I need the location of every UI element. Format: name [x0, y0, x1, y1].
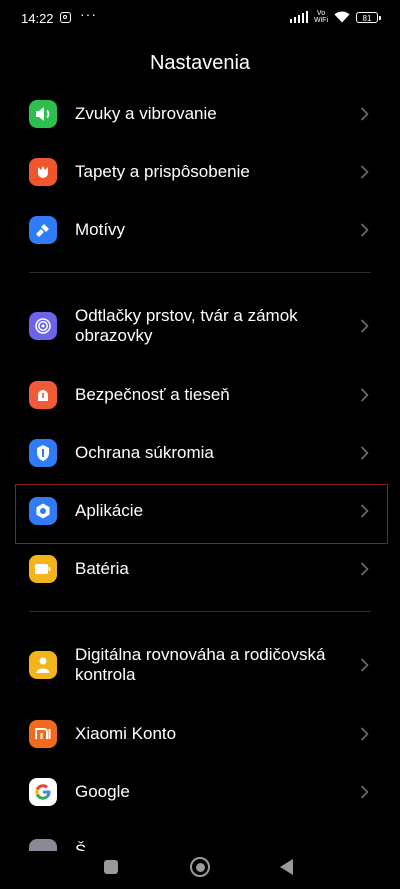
settings-item-xiaomi-account[interactable]: Xiaomi Konto [0, 705, 400, 763]
signal-icon [289, 11, 308, 23]
settings-item-apps[interactable]: Aplikácie [0, 482, 400, 540]
brush-icon [29, 216, 57, 244]
more-notifications-icon: ··· [80, 6, 97, 22]
settings-item-label: Zvuky a vibrovanie [75, 104, 217, 123]
settings-item-digital-wellbeing[interactable]: Digitálna rovnováha a rodičovská kontrol… [0, 625, 400, 705]
settings-item-privacy[interactable]: Ochrana súkromia [0, 424, 400, 482]
chevron-right-icon [360, 504, 369, 518]
settings-item-safety[interactable]: Bezpečnosť a tieseň [0, 366, 400, 424]
back-button[interactable] [280, 859, 293, 875]
settings-item-label: Xiaomi Konto [75, 724, 177, 743]
settings-item-battery[interactable]: Batéria [0, 540, 400, 598]
wifi-icon [334, 11, 350, 23]
chevron-right-icon [360, 165, 369, 179]
clock: 14:22 [21, 11, 54, 26]
settings-item-google[interactable]: Google [0, 763, 400, 821]
privacy-shield-icon [29, 439, 57, 467]
navigation-bar [0, 845, 400, 889]
chevron-right-icon [360, 319, 369, 333]
chevron-right-icon [360, 785, 369, 799]
chevron-right-icon [360, 727, 369, 741]
recents-button[interactable] [104, 860, 118, 874]
speaker-icon [29, 100, 57, 128]
apps-gear-icon [29, 497, 57, 525]
settings-item-label: Tapety a prispôsobenie [75, 162, 250, 181]
chevron-right-icon [360, 446, 369, 460]
settings-item-label: Batéria [75, 559, 129, 578]
settings-item-label: Odtlačky prstov, tvár a zámok obrazovky [75, 306, 298, 345]
settings-item-label: Motívy [75, 220, 126, 239]
tulip-icon [29, 158, 57, 186]
status-bar: 14:22 ··· Vo WiFi 81 [0, 0, 400, 36]
settings-item-label: Bezpečnosť a tieseň [75, 385, 230, 404]
chevron-right-icon [360, 658, 369, 672]
vowifi-icon: Vo WiFi [314, 10, 328, 24]
section-divider [29, 272, 371, 273]
settings-item-fingerprint[interactable]: Odtlačky prstov, tvár a zámok obrazovky [0, 286, 400, 366]
home-button[interactable] [190, 857, 210, 877]
mi-logo-icon [29, 720, 57, 748]
chevron-right-icon [360, 562, 369, 576]
settings-item-label: Aplikácie [75, 501, 144, 520]
settings-item-label: Ochrana súkromia [75, 443, 214, 462]
settings-item-sounds[interactable]: Zvuky a vibrovanie [0, 85, 400, 143]
chevron-right-icon [360, 388, 369, 402]
settings-item-label: Google [75, 782, 130, 801]
sos-icon [29, 381, 57, 409]
page-title: Nastavenia [149, 52, 251, 74]
section-divider [29, 611, 371, 612]
person-icon [29, 651, 57, 679]
settings-item-themes[interactable]: Motívy [0, 201, 400, 259]
fingerprint-icon [29, 312, 57, 340]
instagram-icon [60, 12, 71, 23]
settings-item-label: Digitálna rovnováha a rodičovská kontrol… [75, 645, 326, 684]
battery-status-icon: 81 [356, 11, 381, 23]
chevron-right-icon [360, 223, 369, 237]
settings-list: Zvuky a vibrovanie Tapety a prispôsobeni… [0, 85, 400, 851]
settings-item-wallpaper[interactable]: Tapety a prispôsobenie [0, 143, 400, 201]
chevron-right-icon [360, 107, 369, 121]
google-g-icon [29, 778, 57, 806]
battery-icon [29, 555, 57, 583]
